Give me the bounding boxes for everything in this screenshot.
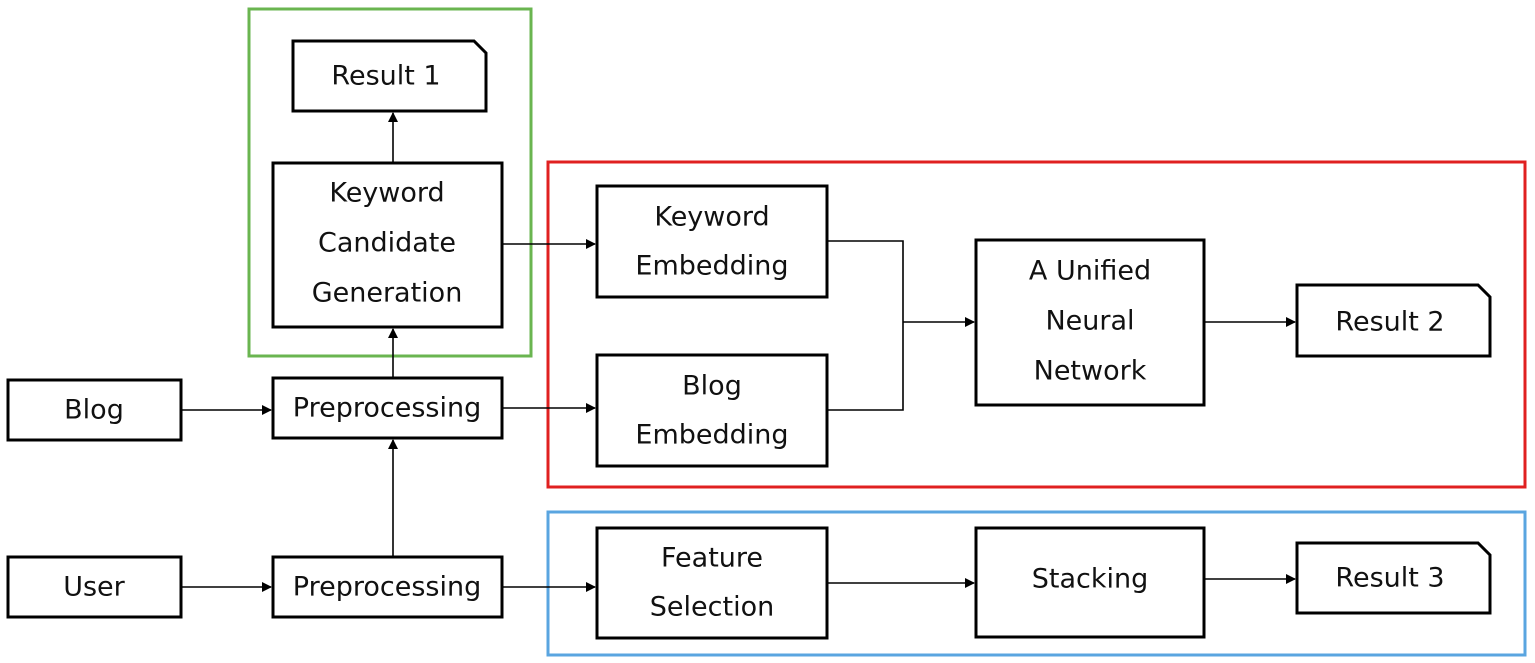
preprocessing-user-label: Preprocessing xyxy=(293,572,481,603)
preprocessing-blog-label: Preprocessing xyxy=(293,393,481,424)
fs-line1: Feature xyxy=(661,543,763,574)
preprocessing-blog-node: Preprocessing xyxy=(271,376,504,440)
blog-embedding-node: Blog Embedding xyxy=(595,353,829,468)
blog-label: Blog xyxy=(64,395,124,426)
kcg-line2: Candidate xyxy=(318,228,456,259)
unn-line1: A Unified xyxy=(1029,256,1151,287)
preprocessing-user-node: Preprocessing xyxy=(271,555,504,619)
blog-node: Blog xyxy=(6,378,183,442)
result2-label: Result 2 xyxy=(1335,307,1444,338)
stacking-node: Stacking xyxy=(974,526,1206,639)
keyword-candidate-node: Keyword Candidate Generation xyxy=(271,161,504,329)
be-line1: Blog xyxy=(682,371,742,402)
diagram: Result 1 Keyword Candidate Generation Bl… xyxy=(6,7,1527,657)
stacking-label: Stacking xyxy=(1032,564,1149,595)
user-label: User xyxy=(63,572,125,603)
fs-line2: Selection xyxy=(650,592,774,623)
unified-nn-node: A Unified Neural Network xyxy=(974,238,1206,407)
result2-node: Result 2 xyxy=(1295,283,1492,358)
result3-node: Result 3 xyxy=(1295,541,1492,615)
line-ke-merge xyxy=(827,240,904,322)
ke-line2: Embedding xyxy=(635,251,788,282)
user-node: User xyxy=(6,555,183,619)
result1-node: Result 1 xyxy=(291,39,488,113)
feature-selection-node: Feature Selection xyxy=(595,526,829,640)
result1-label: Result 1 xyxy=(331,61,440,92)
keyword-embedding-node: Keyword Embedding xyxy=(595,184,829,299)
unn-line2: Neural xyxy=(1045,306,1134,337)
line-be-merge xyxy=(827,322,904,411)
kcg-line1: Keyword xyxy=(329,178,444,209)
be-line2: Embedding xyxy=(635,420,788,451)
ke-line1: Keyword xyxy=(654,202,769,233)
unn-line3: Network xyxy=(1034,356,1147,387)
kcg-line3: Generation xyxy=(312,278,463,309)
result3-label: Result 3 xyxy=(1335,563,1444,594)
